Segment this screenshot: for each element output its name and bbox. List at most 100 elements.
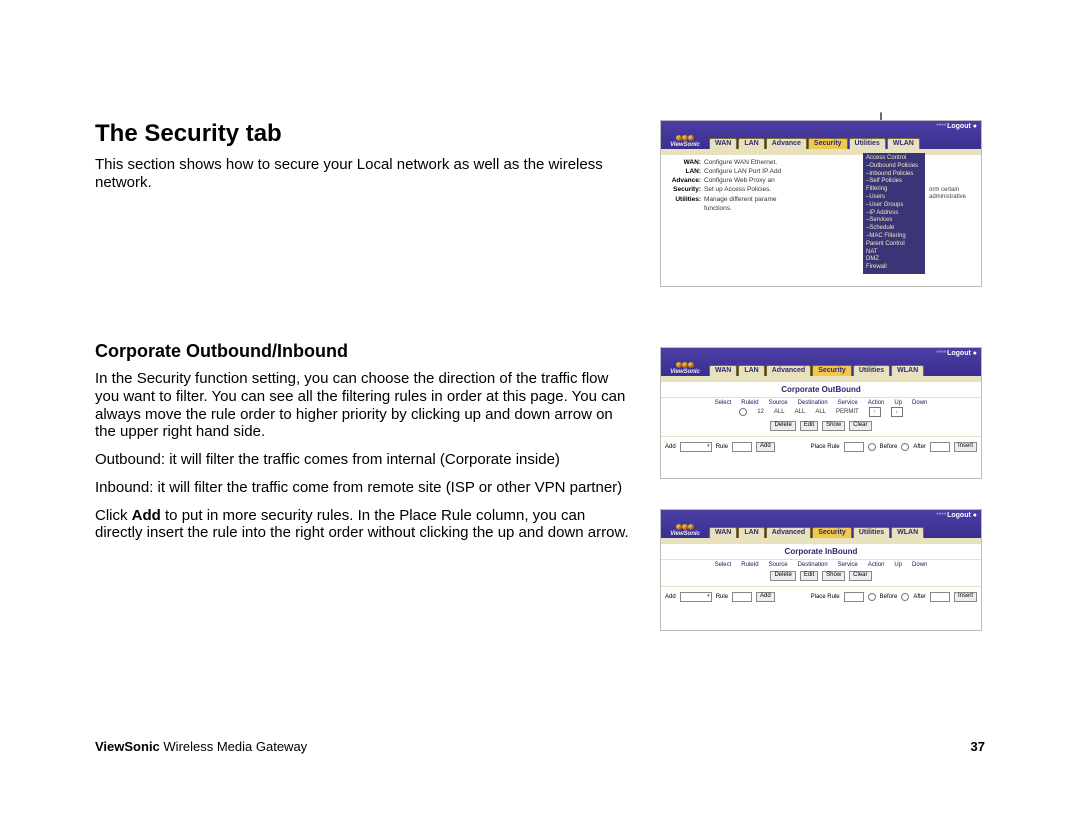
place-rule-label: Place Rule — [811, 444, 840, 451]
after-radio[interactable] — [901, 443, 909, 451]
val: Configure LAN Port IP Add — [704, 168, 781, 175]
menu-item[interactable]: Access Control — [866, 155, 922, 163]
delete-button[interactable]: Delete — [770, 421, 795, 431]
down-arrow-button[interactable]: ↓ — [891, 407, 903, 417]
place-rule-input[interactable] — [844, 592, 864, 602]
menu-item[interactable]: –Schedule — [866, 225, 922, 233]
tab-utilities[interactable]: Utilities — [853, 527, 890, 538]
edit-button[interactable]: Edit — [800, 421, 818, 431]
tab-wan[interactable]: WAN — [709, 138, 737, 149]
show-button[interactable]: Show — [822, 421, 845, 431]
tab-wan[interactable]: WAN — [709, 365, 737, 376]
add-button[interactable]: Add — [756, 442, 775, 452]
menu-item[interactable]: –Self Policies — [866, 178, 922, 186]
rule-number-input[interactable] — [732, 442, 752, 452]
tab-lan[interactable]: LAN — [738, 527, 764, 538]
logout-link[interactable]: Logout ● — [936, 512, 977, 520]
clear-button[interactable]: Clear — [849, 571, 871, 581]
key: Security: — [665, 186, 704, 193]
insert-button[interactable]: Insert — [954, 442, 977, 452]
cell: PERMIT — [836, 409, 859, 416]
place-target-input[interactable] — [930, 592, 950, 602]
rule-label: Rule — [716, 444, 728, 451]
rule-type-select[interactable] — [680, 592, 712, 602]
edit-button[interactable]: Edit — [800, 571, 818, 581]
tab-wlan[interactable]: WLAN — [891, 365, 924, 376]
before-label: Before — [880, 594, 898, 601]
menu-item[interactable]: Firewall — [866, 264, 922, 272]
place-target-input[interactable] — [930, 442, 950, 452]
before-radio[interactable] — [868, 593, 876, 601]
tab-lan[interactable]: LAN — [738, 365, 764, 376]
menu-item[interactable]: –IP Address — [866, 210, 922, 218]
cell: ALL — [795, 409, 806, 416]
menu-item[interactable]: NAT — [866, 249, 922, 257]
text: to put in more security rules. In the Pl… — [95, 507, 629, 542]
menu-item[interactable]: –User Groups — [866, 202, 922, 210]
key: WAN: — [665, 159, 704, 166]
before-label: Before — [880, 444, 898, 451]
table-row: 12 ALL ALL ALL PERMIT ↑ ↓ — [661, 407, 981, 419]
place-rule-input[interactable] — [844, 442, 864, 452]
brand-logo: ViewSonic — [661, 509, 709, 538]
brand-text: ViewSonic — [670, 369, 700, 376]
menu-item[interactable]: –Inbound Policies — [866, 171, 922, 179]
clear-button[interactable]: Clear — [849, 421, 871, 431]
menu-item[interactable]: Parent Control — [866, 241, 922, 249]
rule-type-select[interactable] — [680, 442, 712, 452]
logout-link[interactable]: Logout ● — [936, 123, 977, 131]
tab-advanced[interactable]: Advanced — [766, 365, 811, 376]
show-button[interactable]: Show — [822, 571, 845, 581]
menu-item[interactable]: Filtering — [866, 186, 922, 194]
tab-security[interactable]: Security — [812, 527, 852, 538]
after-label: After — [913, 594, 926, 601]
tab-row: WAN LAN Advance Security Utilities WLAN — [709, 135, 924, 149]
tab-lan[interactable]: LAN — [738, 138, 764, 149]
table-header: SelectRuleIdSourceDestinationServiceActi… — [661, 560, 981, 570]
add-label: Add — [665, 594, 676, 601]
table-header: SelectRuleIdSourceDestinationServiceActi… — [661, 398, 981, 408]
body-paragraph: Inbound: it will filter the traffic come… — [95, 479, 635, 497]
nav-description-list: WAN:Configure WAN Ethernet. LAN:Configur… — [665, 159, 859, 274]
menu-item[interactable]: –MAC Filtering — [866, 233, 922, 241]
brand-text: ViewSonic — [670, 142, 700, 149]
intro-paragraph: This section shows how to secure your Lo… — [95, 156, 635, 191]
tab-utilities[interactable]: Utilities — [849, 138, 886, 149]
menu-item[interactable]: DMZ — [866, 256, 922, 264]
insert-button[interactable]: Insert — [954, 592, 977, 602]
page-number: 37 — [971, 739, 985, 754]
section-heading: Corporate Outbound/Inbound — [95, 341, 635, 362]
after-label: After — [913, 444, 926, 451]
delete-button[interactable]: Delete — [770, 571, 795, 581]
screenshot-corporate-inbound: ViewSonic WAN LAN Advanced Security Util… — [660, 509, 982, 631]
tab-wan[interactable]: WAN — [709, 527, 737, 538]
text: Click — [95, 507, 132, 524]
tab-security[interactable]: Security — [812, 365, 852, 376]
tab-wlan[interactable]: WLAN — [891, 527, 924, 538]
rule-label: Rule — [716, 594, 728, 601]
tab-wlan[interactable]: WLAN — [887, 138, 920, 149]
page-footer: ViewSonic Wireless Media Gateway 37 — [95, 739, 985, 754]
security-dropdown-menu[interactable]: Access Control –Outbound Policies –Inbou… — [863, 153, 925, 274]
menu-item[interactable]: –Users — [866, 194, 922, 202]
select-radio[interactable] — [739, 408, 747, 416]
cell: ALL — [815, 409, 826, 416]
tab-security[interactable]: Security — [808, 138, 848, 149]
panel-title: Corporate OutBound — [661, 382, 981, 398]
menu-item[interactable]: –Services — [866, 217, 922, 225]
tab-utilities[interactable]: Utilities — [853, 365, 890, 376]
cell: 12 — [757, 409, 764, 416]
tab-advance[interactable]: Advance — [766, 138, 807, 149]
rule-number-input[interactable] — [732, 592, 752, 602]
val: functions. — [704, 205, 732, 212]
body-paragraph: Outbound: it will filter the traffic com… — [95, 451, 635, 469]
before-radio[interactable] — [868, 443, 876, 451]
add-button[interactable]: Add — [756, 592, 775, 602]
menu-item[interactable]: –Outbound Policies — [866, 163, 922, 171]
add-label: Add — [665, 444, 676, 451]
after-radio[interactable] — [901, 593, 909, 601]
truncated-text: orm certain administrative — [929, 159, 979, 274]
logout-link[interactable]: Logout ● — [936, 350, 977, 358]
tab-advanced[interactable]: Advanced — [766, 527, 811, 538]
up-arrow-button[interactable]: ↑ — [869, 407, 881, 417]
